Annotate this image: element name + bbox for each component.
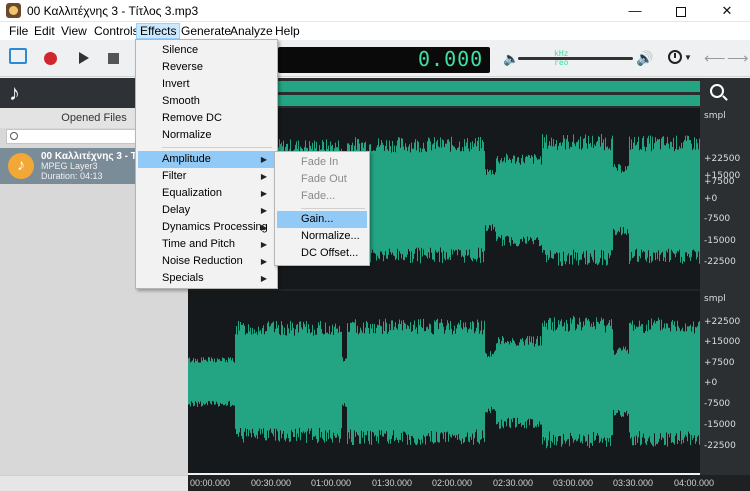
time-label: 04:00.000 [674, 478, 715, 488]
ruler-label: -7500 [704, 399, 731, 409]
menu-item-remove-dc[interactable]: Remove DC [138, 110, 275, 127]
time-label: 01:00.000 [311, 478, 352, 488]
menu-item-invert[interactable]: Invert [138, 76, 275, 93]
maximize-button[interactable] [658, 0, 704, 22]
time-label: 00:30.000 [251, 478, 292, 488]
lcd-time: 0.000 [418, 47, 484, 71]
menu-item-delay[interactable]: Delay ▶ [138, 202, 275, 219]
view-toggle-button[interactable] [9, 48, 27, 64]
time-label: 02:00.000 [432, 478, 473, 488]
chevron-down-icon[interactable]: ▼ [684, 53, 692, 62]
clock-icon[interactable] [668, 50, 682, 64]
overview-channel-2 [278, 95, 700, 106]
submenu-arrow-icon: ▶ [260, 257, 267, 266]
submenu-arrow-icon: ▶ [260, 206, 267, 215]
menu-item-dynamics-processing[interactable]: Dynamics Processing ▶ [138, 219, 275, 236]
files-search-input[interactable] [6, 129, 138, 144]
ruler-label: +0 [704, 194, 718, 204]
menu-separator [162, 147, 272, 148]
menu-item-filter[interactable]: Filter ▶ [138, 168, 275, 185]
menu-item-silence[interactable]: Silence [138, 42, 275, 59]
file-duration: Duration: 04:13 [41, 171, 103, 181]
menu-file[interactable]: File [5, 23, 32, 39]
menu-separator [301, 208, 365, 209]
search-icon [10, 132, 18, 140]
music-file-icon: ♪ [8, 153, 34, 179]
record-button[interactable] [44, 52, 57, 65]
maximize-icon [676, 6, 686, 17]
submenu-arrow-icon: ▶ [260, 189, 267, 198]
window-title: 00 Καλλιτέχνης 3 - Τίτλος 3.mp3 [27, 4, 199, 18]
overview-channel-1 [278, 81, 700, 92]
time-label: 00:00.000 [190, 478, 231, 488]
menu-item-fade: Fade... [301, 190, 336, 202]
menu-item-fade-in: Fade In [301, 156, 339, 168]
menu-item-dc-offset[interactable]: DC Offset... [277, 245, 367, 262]
menu-item-specials[interactable]: Specials ▶ [138, 270, 275, 287]
ruler-label: -22500 [704, 257, 736, 267]
menu-item-noise-reduction[interactable]: Noise Reduction ▶ [138, 253, 275, 270]
time-label: 03:00.000 [553, 478, 594, 488]
file-type: MPEG Layer3 [41, 161, 98, 171]
ruler-label: -7500 [704, 214, 731, 224]
menu-item-normalize-amplitude[interactable]: Normalize... [277, 228, 367, 245]
amplitude-submenu: Fade In Fade Out Fade... Gain... Normali… [274, 151, 370, 266]
menu-item-time-and-pitch[interactable]: Time and Pitch ▶ [138, 236, 275, 253]
menu-item-reverse[interactable]: Reverse [138, 59, 275, 76]
submenu-arrow-icon: ▶ [260, 223, 267, 232]
minimize-button[interactable]: — [612, 0, 658, 22]
ruler-label: +15000 [704, 337, 741, 347]
sidebar-status-bar [0, 475, 188, 491]
submenu-arrow-icon: ▶ [260, 155, 267, 164]
effects-menu: Silence Reverse Invert Smooth Remove DC … [135, 39, 278, 289]
time-label: 02:30.000 [493, 478, 534, 488]
forward-arrow-icon[interactable]: ⟶ [727, 49, 749, 67]
menu-edit[interactable]: Edit [30, 23, 59, 39]
menu-effects[interactable]: Effects [136, 23, 181, 39]
ruler-label: -15000 [704, 236, 736, 246]
toolbar: kHz reo 🔈 🔊 ▼ ⟵ ⟶ [0, 40, 750, 104]
volume-high-icon: 🔊 [636, 50, 654, 66]
time-label: 01:30.000 [372, 478, 413, 488]
ruler-unit-top: smpl [704, 111, 726, 121]
menu-controls[interactable]: Controls [90, 23, 143, 39]
menu-help[interactable]: Help [271, 23, 304, 39]
play-button[interactable] [79, 52, 89, 64]
zoom-icon[interactable] [710, 84, 724, 98]
menu-item-gain[interactable]: Gain... [277, 211, 367, 228]
menu-item-normalize[interactable]: Normalize [138, 127, 275, 144]
submenu-arrow-icon: ▶ [260, 274, 267, 283]
menu-item-smooth[interactable]: Smooth [138, 93, 275, 110]
back-arrow-icon[interactable]: ⟵ [704, 49, 726, 67]
stop-button[interactable] [108, 53, 119, 64]
submenu-arrow-icon: ▶ [260, 240, 267, 249]
waveform-channel-right [188, 315, 700, 449]
ruler-label: -15000 [704, 420, 736, 430]
menu-item-fade-out: Fade Out [301, 173, 347, 185]
ruler-label: +7500 [704, 358, 735, 368]
close-button[interactable]: ✕ [704, 0, 750, 22]
app-icon [6, 3, 21, 18]
menu-bar: File Edit View Controls Effects Generate… [0, 22, 750, 40]
ruler-label: +0 [704, 378, 718, 388]
volume-low-icon: 🔈 [503, 51, 520, 66]
ruler-label: +7500 [704, 177, 735, 187]
menu-analyze[interactable]: Analyze [226, 23, 277, 39]
title-bar: 00 Καλλιτέχνης 3 - Τίτλος 3.mp3 — ✕ [0, 0, 750, 22]
menu-item-equalization[interactable]: Equalization ▶ [138, 185, 275, 202]
ruler-unit-bottom: smpl [704, 294, 726, 304]
ruler-label: +22500 [704, 154, 741, 164]
time-label: 03:30.000 [613, 478, 654, 488]
ruler-label: +22500 [704, 317, 741, 327]
menu-item-amplitude[interactable]: Amplitude ▶ [138, 151, 275, 168]
menu-view[interactable]: View [57, 23, 91, 39]
music-note-icon: ♪ [9, 80, 20, 105]
volume-track[interactable] [518, 57, 633, 60]
submenu-arrow-icon: ▶ [260, 172, 267, 181]
amplitude-ruler [700, 78, 750, 475]
ruler-label: -22500 [704, 441, 736, 451]
